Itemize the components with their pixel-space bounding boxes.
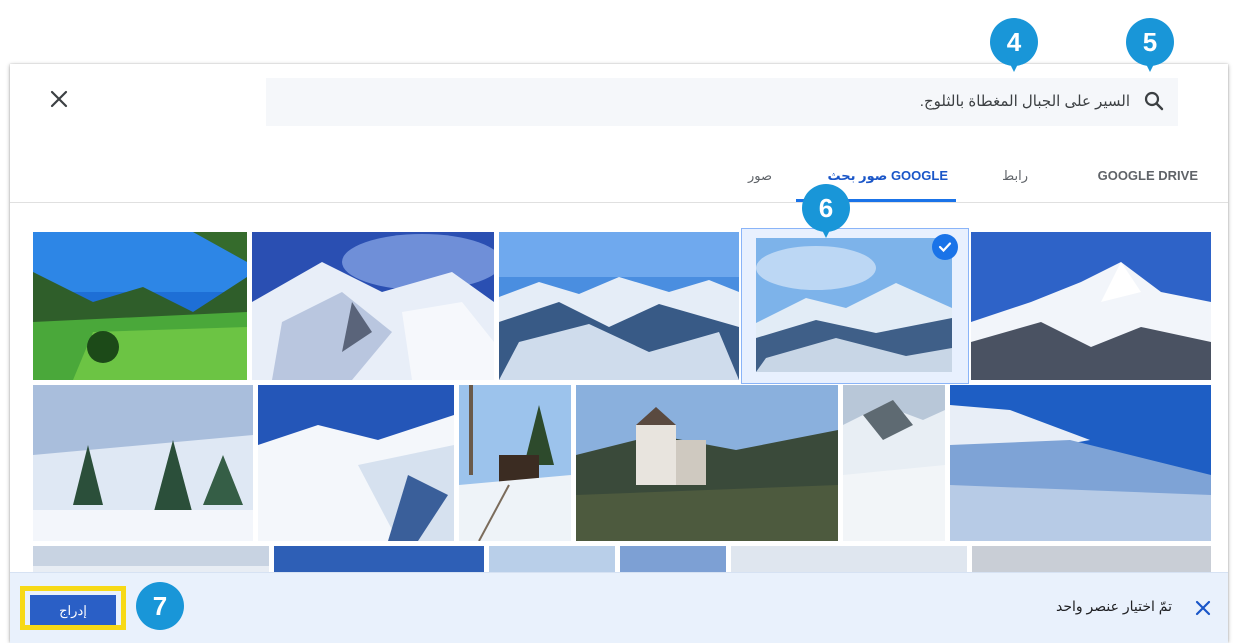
check-icon (938, 242, 952, 253)
search-bar[interactable]: السير على الجبال المغطاة بالثلوج. (266, 78, 1178, 126)
result-image[interactable] (33, 232, 247, 380)
callout-marker-7: 7 (136, 582, 184, 630)
insert-image-dialog: السير على الجبال المغطاة بالثلوج. GOOGLE… (10, 64, 1228, 643)
search-input[interactable]: السير على الجبال المغطاة بالثلوج. (920, 92, 1130, 110)
tab-photos[interactable]: صور (748, 154, 772, 202)
selection-status: تمّ اختيار عنصر واحد (1056, 598, 1172, 614)
result-image[interactable] (33, 385, 253, 541)
insert-button[interactable]: إدراج (30, 595, 116, 625)
close-icon (50, 90, 68, 108)
callout-marker-5: 5 (1126, 18, 1174, 72)
result-image[interactable] (843, 385, 945, 541)
close-dialog-button[interactable] (46, 86, 72, 112)
source-tabs: GOOGLE DRIVE رابط صور بحث GOOGLE صور (10, 154, 1228, 203)
tab-google-drive[interactable]: GOOGLE DRIVE (1098, 154, 1198, 202)
result-image[interactable] (459, 385, 571, 541)
search-icon[interactable] (1142, 89, 1166, 113)
result-image[interactable] (576, 385, 838, 541)
result-image[interactable] (950, 385, 1211, 541)
tab-link[interactable]: رابط (1002, 154, 1028, 202)
selected-check-badge (932, 234, 958, 260)
close-icon (1195, 600, 1211, 616)
result-image[interactable] (252, 232, 494, 380)
result-image[interactable] (971, 232, 1211, 380)
result-image-selected[interactable] (756, 238, 952, 372)
selection-footer: تمّ اختيار عنصر واحد إدراج (10, 572, 1228, 643)
result-image[interactable] (258, 385, 454, 541)
result-image[interactable] (499, 232, 739, 380)
callout-marker-6: 6 (802, 184, 850, 238)
clear-selection-button[interactable] (1190, 595, 1216, 621)
callout-marker-4: 4 (990, 18, 1038, 72)
